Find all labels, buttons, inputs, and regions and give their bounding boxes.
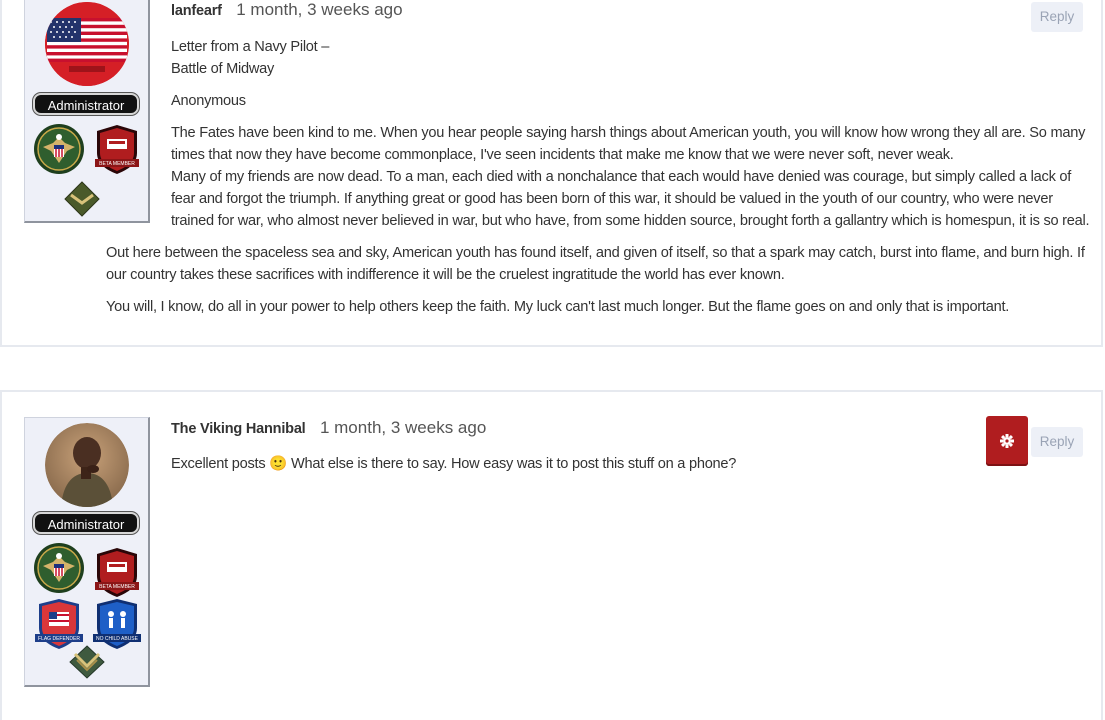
author-name-link[interactable]: lanfearf	[171, 3, 222, 19]
user-avatar[interactable]	[45, 423, 129, 507]
body-paragraph: You will, I know, do all in your power t…	[106, 299, 1010, 315]
body-paragraph: The Fates have been kind to me. When you…	[171, 125, 1086, 163]
comment-body: The Fates have been kind to me. When you…	[171, 122, 1091, 232]
body-text: Excellent posts	[171, 456, 266, 472]
comment-meta: The Viking Hannibal 1 month, 3 weeks ago	[171, 418, 486, 438]
beta-member-shield-icon: BETA MEMBER	[91, 546, 143, 598]
body-paragraph: Out here between the spaceless sea and s…	[106, 245, 1085, 283]
smiley-emoji-icon: 🙂	[269, 456, 288, 472]
chevron-rank-icon	[67, 644, 107, 680]
body-text: What else is there to say. How easy was …	[290, 456, 737, 472]
role-badge: Administrator	[33, 512, 139, 534]
author-card: Administrator BETA MEMBER	[24, 0, 150, 223]
title-line-2: Battle of Midway	[171, 61, 275, 77]
body-paragraph: Many of my friends are now dead. To a ma…	[171, 169, 1090, 229]
flag-defender-label: FLAG DEFENDER	[38, 636, 80, 642]
post-title: Letter from a Navy Pilot – Battle of Mid…	[171, 36, 1091, 80]
reply-button[interactable]: Reply	[1031, 2, 1083, 32]
comment-meta: lanfearf 1 month, 3 weeks ago	[171, 0, 403, 20]
great-seal-icon	[33, 123, 85, 175]
no-child-abuse-label: NO CHILD ABUSE	[96, 636, 139, 642]
beta-member-label: BETA MEMBER	[99, 161, 135, 167]
author-name-link[interactable]: The Viking Hannibal	[171, 421, 306, 437]
beta-member-label: BETA MEMBER	[99, 584, 135, 590]
comment-timestamp[interactable]: 1 month, 3 weeks ago	[320, 418, 486, 437]
comment-post-viking-hannibal: Administrator BETA MEMBER FLAG DEFENDER …	[0, 390, 1103, 720]
great-seal-icon	[33, 542, 85, 594]
no-child-abuse-shield-icon: NO CHILD ABUSE	[91, 598, 143, 650]
us-flag-avatar[interactable]	[45, 2, 129, 86]
title-line-1: Letter from a Navy Pilot –	[171, 39, 330, 55]
flag-defender-shield-icon: FLAG DEFENDER	[33, 598, 85, 650]
author-card: Administrator BETA MEMBER	[24, 417, 150, 687]
beta-member-shield-icon: BETA MEMBER	[91, 123, 143, 175]
comment-post-lanfearf: Administrator BETA MEMBER lanfearf 1 mon…	[0, 0, 1103, 347]
comment-timestamp[interactable]: 1 month, 3 weeks ago	[236, 0, 402, 19]
byline: Anonymous	[171, 93, 246, 109]
comment-body: Excellent posts 🙂 What else is there to …	[171, 453, 1091, 475]
chevron-rank-icon	[62, 179, 102, 219]
role-badge: Administrator	[33, 93, 139, 115]
